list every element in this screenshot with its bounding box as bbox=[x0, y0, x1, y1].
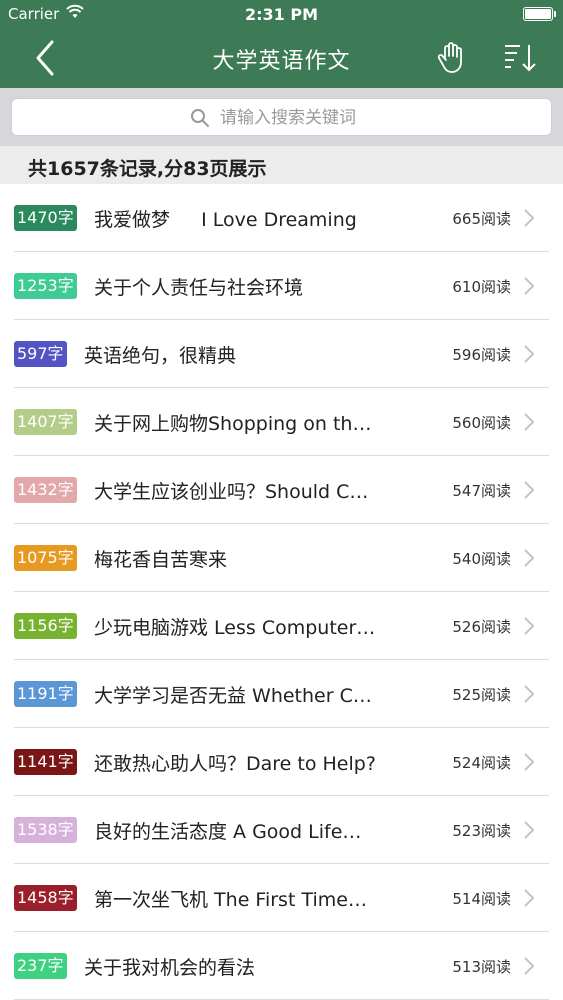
word-count-badge: 1458字 bbox=[14, 885, 77, 911]
list-item[interactable]: 597字 英语绝句，很精典 596阅读 bbox=[0, 320, 563, 388]
navigation-bar: 大学英语作文 bbox=[0, 30, 563, 88]
essay-title: 梅花香自苦寒来 bbox=[94, 549, 228, 571]
read-count: 665阅读 bbox=[452, 210, 511, 228]
read-count: 560阅读 bbox=[452, 414, 511, 432]
read-count: 547阅读 bbox=[452, 482, 511, 500]
essay-title: 少玩电脑游戏 Less Computer… bbox=[94, 617, 376, 639]
word-count-badge: 1075字 bbox=[14, 545, 77, 571]
list-item[interactable]: 1191字 大学学习是否无益 Whether C… 525阅读 bbox=[0, 660, 563, 728]
read-count: 540阅读 bbox=[452, 550, 511, 568]
word-count-badge: 1253字 bbox=[14, 273, 77, 299]
status-bar: Carrier 2:31 PM bbox=[0, 0, 563, 30]
record-summary-text: 共1657条记录,分83页展示 bbox=[28, 158, 267, 180]
list-item[interactable]: 1407字 关于网上购物Shopping on th… 560阅读 bbox=[0, 388, 563, 456]
essay-title: 关于个人责任与社会环境 bbox=[94, 277, 304, 299]
list-item[interactable]: 1141字 还敢热心助人吗？Dare to Help? 524阅读 bbox=[0, 728, 563, 796]
list-item[interactable]: 1253字 关于个人责任与社会环境 610阅读 bbox=[0, 252, 563, 320]
chevron-right-icon bbox=[524, 821, 535, 839]
essay-title: 关于我对机会的看法 bbox=[84, 957, 256, 979]
read-count: 610阅读 bbox=[452, 278, 511, 296]
read-count: 596阅读 bbox=[452, 346, 511, 364]
word-count-badge: 1538字 bbox=[14, 817, 77, 843]
list-item[interactable]: 237字 关于我对机会的看法 513阅读 bbox=[0, 932, 563, 1000]
word-count-badge: 1470字 bbox=[14, 205, 77, 231]
list-item[interactable]: 1156字 少玩电脑游戏 Less Computer… 526阅读 bbox=[0, 592, 563, 660]
word-count-badge: 597字 bbox=[14, 341, 67, 367]
page-title: 大学英语作文 bbox=[212, 49, 351, 74]
list-item[interactable]: 1538字 良好的生活态度 A Good Life… 523阅读 bbox=[0, 796, 563, 864]
chevron-right-icon bbox=[524, 209, 535, 227]
chevron-right-icon bbox=[524, 889, 535, 907]
word-count-badge: 237字 bbox=[14, 953, 67, 979]
clock: 2:31 PM bbox=[244, 5, 318, 24]
hand-icon[interactable] bbox=[436, 40, 466, 74]
essay-title: 我爱做梦 I Love Dreaming bbox=[94, 209, 357, 231]
chevron-right-icon bbox=[524, 617, 535, 635]
word-count-badge: 1432字 bbox=[14, 477, 77, 503]
essay-title: 大学生应该创业吗？Should C… bbox=[94, 481, 369, 503]
chevron-right-icon bbox=[524, 277, 535, 295]
word-count-badge: 1141字 bbox=[14, 749, 77, 775]
essay-title: 还敢热心助人吗？Dare to Help? bbox=[94, 753, 376, 775]
chevron-right-icon bbox=[524, 345, 535, 363]
record-summary: 共1657条记录,分83页展示 bbox=[0, 146, 563, 184]
word-count-badge: 1191字 bbox=[14, 681, 77, 707]
search-box[interactable] bbox=[11, 98, 552, 136]
essay-title: 第一次坐飞机 The First Time… bbox=[94, 889, 367, 911]
search-bar bbox=[0, 88, 563, 146]
chevron-right-icon bbox=[524, 753, 535, 771]
read-count: 513阅读 bbox=[452, 958, 511, 976]
sort-descending-icon[interactable] bbox=[502, 42, 538, 74]
chevron-right-icon bbox=[524, 413, 535, 431]
list-item[interactable]: 1432字 大学生应该创业吗？Should C… 547阅读 bbox=[0, 456, 563, 524]
word-count-badge: 1156字 bbox=[14, 613, 77, 639]
search-input[interactable] bbox=[218, 105, 522, 131]
list-item[interactable]: 1075字 梅花香自苦寒来 540阅读 bbox=[0, 524, 563, 592]
read-count: 525阅读 bbox=[452, 686, 511, 704]
read-count: 524阅读 bbox=[452, 754, 511, 772]
list-item[interactable]: 1470字 我爱做梦 I Love Dreaming 665阅读 bbox=[0, 184, 563, 252]
chevron-right-icon bbox=[524, 549, 535, 567]
essay-title: 良好的生活态度 A Good Life… bbox=[94, 821, 362, 843]
essay-list: 1470字 我爱做梦 I Love Dreaming 665阅读 1253字 关… bbox=[0, 184, 563, 1000]
chevron-right-icon bbox=[524, 957, 535, 975]
essay-title: 关于网上购物Shopping on th… bbox=[94, 413, 372, 435]
essay-title: 英语绝句，很精典 bbox=[84, 345, 237, 367]
chevron-right-icon bbox=[524, 685, 535, 703]
read-count: 514阅读 bbox=[452, 890, 511, 908]
search-icon bbox=[191, 109, 209, 127]
read-count: 523阅读 bbox=[452, 822, 511, 840]
essay-title: 大学学习是否无益 Whether C… bbox=[94, 685, 372, 707]
battery-icon bbox=[523, 7, 556, 21]
read-count: 526阅读 bbox=[452, 618, 511, 636]
chevron-right-icon bbox=[524, 481, 535, 499]
list-item[interactable]: 1458字 第一次坐飞机 The First Time… 514阅读 bbox=[0, 864, 563, 932]
word-count-badge: 1407字 bbox=[14, 409, 77, 435]
